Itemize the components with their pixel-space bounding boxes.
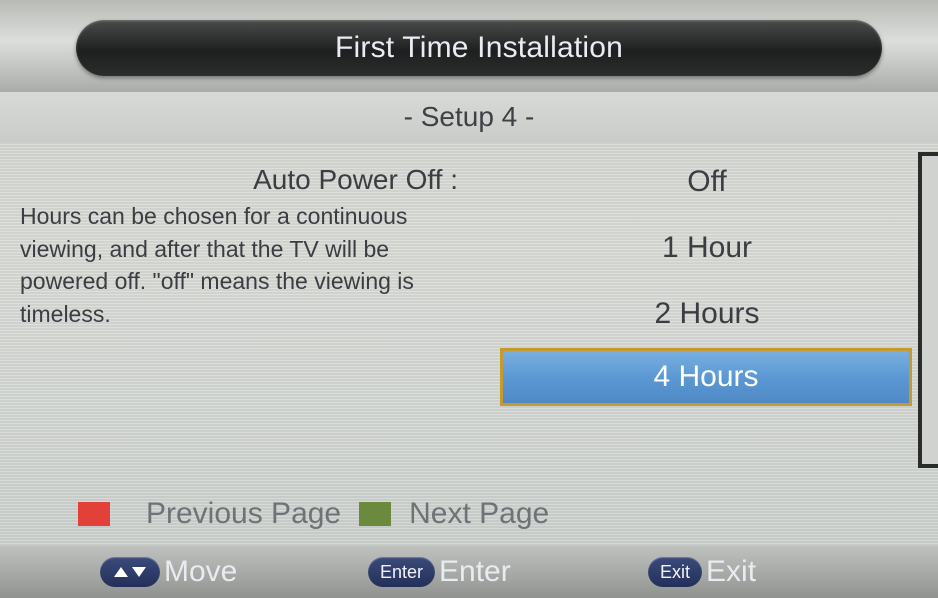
page-title: First Time Installation [334,31,624,64]
title-frame: First Time Installation [0,0,938,92]
previous-page-label: Previous Page [146,497,342,530]
subtitle-band: - Setup 4 - [0,92,938,142]
scrollbar[interactable] [918,152,938,468]
move-hint: Move [100,555,237,589]
option-off[interactable]: Off [496,152,918,212]
enter-key-icon: Enter [368,557,436,587]
previous-page-key[interactable]: Previous Page [78,497,341,531]
option-2-hours[interactable]: 2 Hours [496,284,918,344]
enter-label: Enter [439,555,511,588]
setting-description: Hours can be chosen for a continuous vie… [20,203,414,327]
setting-label: Auto Power Off : [253,164,458,195]
red-key-icon [78,502,110,526]
enter-hint: Enter Enter [368,555,511,589]
exit-label: Exit [706,555,757,588]
tv-osd-screen: First Time Installation - Setup 4 - Auto… [0,0,938,598]
bottom-hint-bar: Move Enter Enter Exit Exit [0,546,938,598]
next-page-label: Next Page [409,497,550,530]
title-bar: First Time Installation [76,20,882,76]
up-down-arrows-icon [100,557,160,587]
exit-hint: Exit Exit [648,555,756,589]
exit-key-icon: Exit [648,557,703,587]
color-key-legend: Previous Page Next Page [78,494,567,534]
move-label: Move [164,555,238,588]
option-1-hour[interactable]: 1 Hour [496,218,918,278]
green-key-icon [359,502,392,526]
option-4-hours-selected[interactable]: 4 Hours [500,348,912,406]
next-page-key[interactable]: Next Page [359,497,549,531]
setup-step-label: - Setup 4 - [403,101,535,132]
